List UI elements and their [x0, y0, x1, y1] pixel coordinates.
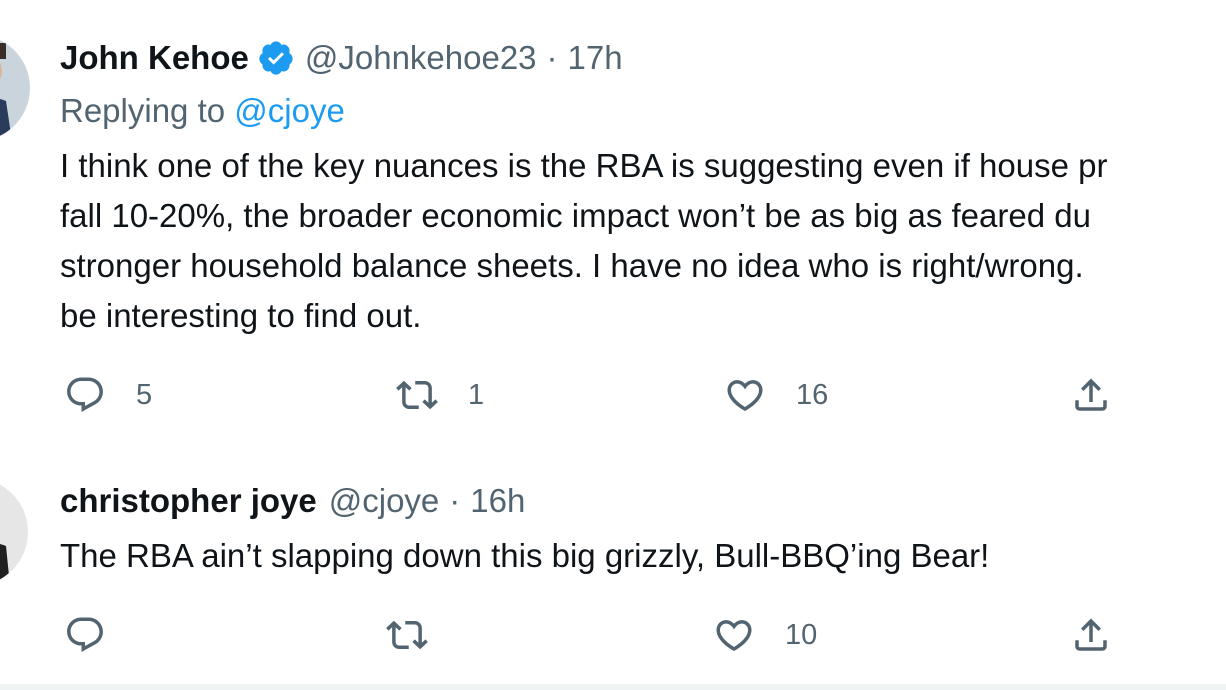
- tweet-text-line: I think one of the key nuances is the RB…: [60, 147, 1108, 184]
- like-button[interactable]: 10: [713, 614, 817, 656]
- replying-prefix: Replying to: [60, 92, 226, 129]
- like-count: 16: [796, 378, 829, 411]
- avatar-john-kehoe[interactable]: [0, 35, 30, 141]
- tweet-header: John Kehoe @Johnkehoe23 · 17h: [60, 36, 623, 80]
- share-button[interactable]: [1070, 374, 1112, 416]
- retweet-icon: [396, 380, 438, 410]
- replying-mention-link[interactable]: @cjoye: [234, 92, 345, 129]
- like-count: 10: [785, 618, 818, 651]
- heart-icon: [727, 380, 763, 412]
- reply-icon: [67, 377, 103, 412]
- tweet-text-line: fall 10-20%, the broader economic impact…: [60, 197, 1091, 234]
- tweet-actions: 5 1 16: [0, 371, 1226, 421]
- share-icon: [1075, 618, 1107, 651]
- author-handle[interactable]: @Johnkehoe23: [305, 39, 537, 77]
- tweet-timestamp[interactable]: 17h: [568, 39, 623, 77]
- retweet-button[interactable]: 1: [396, 374, 484, 416]
- tweet-header: christopher joye @cjoye · 16h: [60, 479, 525, 523]
- like-button[interactable]: 16: [724, 374, 828, 416]
- tweet-timestamp[interactable]: 16h: [470, 482, 525, 520]
- separator-dot: ·: [449, 482, 461, 519]
- retweet-icon: [386, 620, 428, 650]
- separator-dot: ·: [546, 39, 558, 76]
- share-button[interactable]: [1070, 614, 1112, 656]
- tweet-text: The RBA ain’t slapping down this big gri…: [60, 531, 989, 581]
- heart-icon: [716, 620, 752, 652]
- tweet-text: I think one of the key nuances is the RB…: [60, 141, 1107, 341]
- replying-to-line: Replying to @cjoye: [60, 92, 345, 130]
- tweet-text-line: be interesting to find out.: [60, 297, 422, 334]
- author-name[interactable]: John Kehoe: [60, 39, 249, 77]
- tweet-text-line: The RBA ain’t slapping down this big gri…: [60, 537, 990, 574]
- reply-button[interactable]: [64, 614, 106, 656]
- share-icon: [1075, 378, 1107, 411]
- retweet-button[interactable]: [386, 614, 428, 656]
- reply-icon: [67, 617, 103, 652]
- retweet-count: 1: [468, 378, 485, 411]
- reply-count: 5: [136, 378, 153, 411]
- reply-button[interactable]: 5: [64, 374, 152, 416]
- feed-divider: [0, 684, 1226, 690]
- author-handle[interactable]: @cjoye: [329, 482, 440, 520]
- tweet-text-line: stronger household balance sheets. I hav…: [60, 247, 1084, 284]
- verified-badge-icon: [257, 39, 295, 77]
- author-name[interactable]: christopher joye: [60, 482, 317, 520]
- tweet-actions: 10: [0, 611, 1226, 661]
- avatar-christopher-joye[interactable]: [0, 478, 28, 586]
